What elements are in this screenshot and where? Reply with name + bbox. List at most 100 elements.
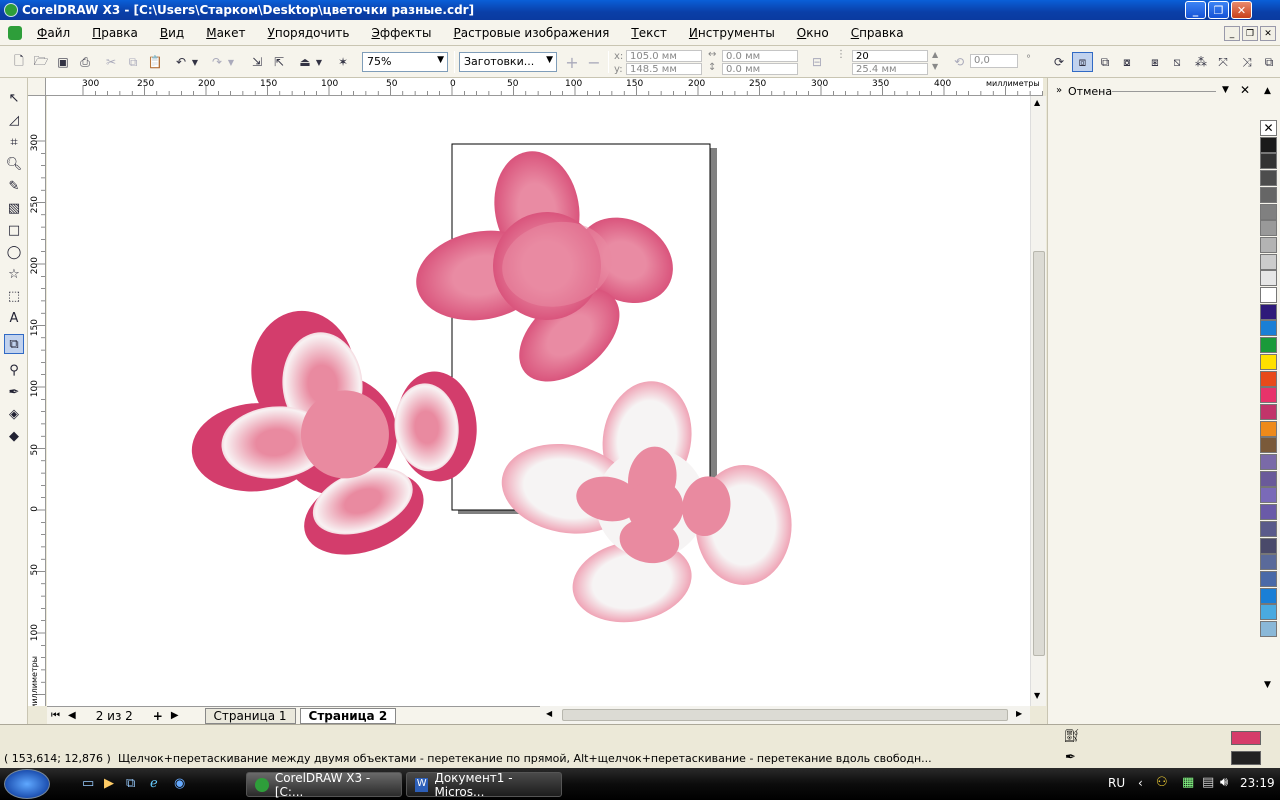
palette-swatch[interactable]	[1260, 554, 1277, 571]
palette-swatch[interactable]	[1260, 136, 1277, 153]
clock[interactable]: 23:19	[1240, 776, 1275, 790]
palette-swatch[interactable]	[1260, 387, 1277, 404]
start-button[interactable]	[4, 769, 50, 799]
pick-tool-icon[interactable]: ↖	[4, 88, 24, 108]
palette-swatch[interactable]	[1260, 220, 1277, 237]
blend-color-acceleration-icon[interactable]: ⧅	[1168, 53, 1186, 71]
task-coreldraw[interactable]: CorelDRAW X3 - [C:...	[246, 771, 402, 799]
menu-help[interactable]: Справка	[840, 26, 915, 40]
welcome-screen-icon[interactable]: ✶	[334, 53, 352, 71]
menu-tools[interactable]: Инструменты	[678, 26, 786, 40]
text-tool-icon[interactable]: A	[4, 308, 24, 328]
menu-window[interactable]: Окно	[786, 26, 840, 40]
docker-close-icon[interactable]: ✕	[1240, 83, 1250, 97]
palette-swatch[interactable]	[1260, 504, 1277, 521]
first-page-icon[interactable]: ⏮	[51, 710, 60, 721]
scroll-down-icon[interactable]: ▼	[1034, 691, 1040, 700]
no-color-swatch[interactable]: ✕	[1260, 120, 1277, 136]
crop-tool-icon[interactable]: ⌗	[4, 132, 24, 152]
horizontal-scroll-thumb[interactable]	[562, 709, 1008, 721]
object-acceleration-icon[interactable]: ⧆	[1146, 53, 1164, 71]
menu-effects[interactable]: Эффекты	[360, 26, 442, 40]
blend-offset-field[interactable]: 25.4 мм	[852, 63, 928, 75]
browser-icon[interactable]: ◉	[174, 776, 185, 791]
menu-bitmaps[interactable]: Растровые изображения	[443, 26, 621, 40]
palette-swatch[interactable]	[1260, 236, 1277, 253]
launcher-dropdown-icon[interactable]: ▼	[314, 53, 324, 71]
direct-blend-icon[interactable]: ⧈	[1072, 52, 1093, 72]
palette-swatch[interactable]	[1260, 403, 1277, 420]
path-properties-icon[interactable]: ⤨	[1238, 53, 1256, 71]
minimize-button[interactable]: _	[1185, 1, 1206, 19]
media-player-icon[interactable]: ▶	[104, 776, 114, 791]
palette-swatch[interactable]	[1260, 253, 1277, 270]
paste-icon[interactable]: 📋	[146, 53, 164, 71]
spinner-arrows-icon[interactable]: ▲	[932, 50, 938, 59]
palette-swatch[interactable]	[1260, 587, 1277, 604]
palette-swatch[interactable]	[1260, 203, 1277, 220]
object-size-icon[interactable]: ⊟	[808, 53, 826, 71]
prev-page-icon[interactable]: ◀	[68, 710, 76, 721]
interactive-blend-tool-icon[interactable]: ⧉	[4, 334, 24, 354]
docker-menu-icon[interactable]: ▼	[1222, 85, 1229, 95]
blend-steps-field[interactable]: 20	[852, 50, 928, 62]
volume-icon[interactable]: 🔊︎	[1220, 775, 1228, 790]
menu-file[interactable]: Файл	[26, 26, 81, 40]
palette-swatch[interactable]	[1260, 470, 1277, 487]
palette-swatch[interactable]	[1260, 420, 1277, 437]
menu-layout[interactable]: Макет	[195, 26, 256, 40]
task-word[interactable]: W Документ1 - Micros...	[406, 771, 562, 799]
palette-swatch[interactable]	[1260, 153, 1277, 170]
tab-page-2[interactable]: Страница 2	[299, 707, 397, 724]
ellipse-tool-icon[interactable]: ◯	[4, 242, 24, 262]
start-end-properties-icon[interactable]: ⤧	[1214, 53, 1232, 71]
tab-page-1[interactable]: Страница 1	[204, 707, 296, 724]
interactive-fill-tool-icon[interactable]: ◆	[4, 426, 24, 446]
zoom-tool-icon[interactable]: 🔍︎	[4, 154, 24, 174]
palette-swatch[interactable]	[1260, 186, 1277, 203]
horizontal-scrollbar[interactable]: ◀ ▶	[540, 706, 1030, 724]
menu-edit[interactable]: Правка	[81, 26, 149, 40]
close-button[interactable]: ✕	[1231, 1, 1252, 19]
palette-swatch[interactable]	[1260, 570, 1277, 587]
save-icon[interactable]: ▣	[54, 53, 72, 71]
switch-windows-icon[interactable]: ⧉	[126, 776, 135, 791]
palette-swatch[interactable]	[1260, 303, 1277, 320]
add-page-icon[interactable]: +	[153, 709, 163, 723]
scroll-right-icon[interactable]: ▶	[1016, 709, 1022, 718]
doc-close-button[interactable]: ✕	[1260, 26, 1276, 41]
power-icon[interactable]: ▤	[1202, 775, 1214, 790]
palette-swatch[interactable]	[1260, 621, 1277, 637]
clockwise-blend-icon[interactable]: ⧉	[1096, 53, 1114, 71]
doc-restore-button[interactable]: ❐	[1242, 26, 1258, 41]
basic-shapes-tool-icon[interactable]: ⬚	[4, 286, 24, 306]
palette-scroll-up-icon[interactable]: ▲	[1264, 86, 1271, 96]
palette-swatch[interactable]	[1260, 454, 1277, 470]
palette-swatch[interactable]	[1260, 437, 1277, 454]
palette-swatch[interactable]	[1260, 270, 1277, 287]
language-indicator[interactable]: RU	[1108, 776, 1125, 790]
polygon-tool-icon[interactable]: ☆	[4, 264, 24, 284]
shape-tool-icon[interactable]: ◿	[4, 110, 24, 130]
maximize-button[interactable]: ❐	[1208, 1, 1229, 19]
outline-color-swatch[interactable]	[1231, 751, 1261, 765]
palette-swatch[interactable]	[1260, 537, 1277, 554]
horizontal-ruler[interactable]: 300 250 200 150 100 50 0 50 100 150 200 …	[46, 78, 1043, 96]
rectangle-tool-icon[interactable]: □	[4, 220, 24, 240]
network-icon[interactable]: ▦	[1182, 775, 1194, 790]
internet-explorer-icon[interactable]: ℯ	[150, 776, 158, 791]
add-preset-icon[interactable]: +	[563, 53, 581, 72]
palette-swatch[interactable]	[1260, 287, 1277, 303]
height-field[interactable]: 0.0 мм	[722, 63, 798, 75]
palette-swatch[interactable]	[1260, 487, 1277, 504]
loop-blend-icon[interactable]: ⟳	[1050, 53, 1068, 71]
palette-swatch[interactable]	[1260, 320, 1277, 337]
presets-combo[interactable]: Заготовки... ▼	[459, 52, 557, 72]
scroll-left-icon[interactable]: ◀	[546, 709, 552, 718]
blend-angle-field[interactable]: 0,0	[970, 54, 1018, 68]
next-page-icon[interactable]: ▶	[171, 710, 179, 721]
menu-arrange[interactable]: Упорядочить	[257, 26, 361, 40]
spinner-arrows-icon[interactable]: ▼	[932, 62, 938, 71]
menu-view[interactable]: Вид	[149, 26, 195, 40]
misc-blend-options-icon[interactable]: ⁂	[1192, 53, 1210, 71]
